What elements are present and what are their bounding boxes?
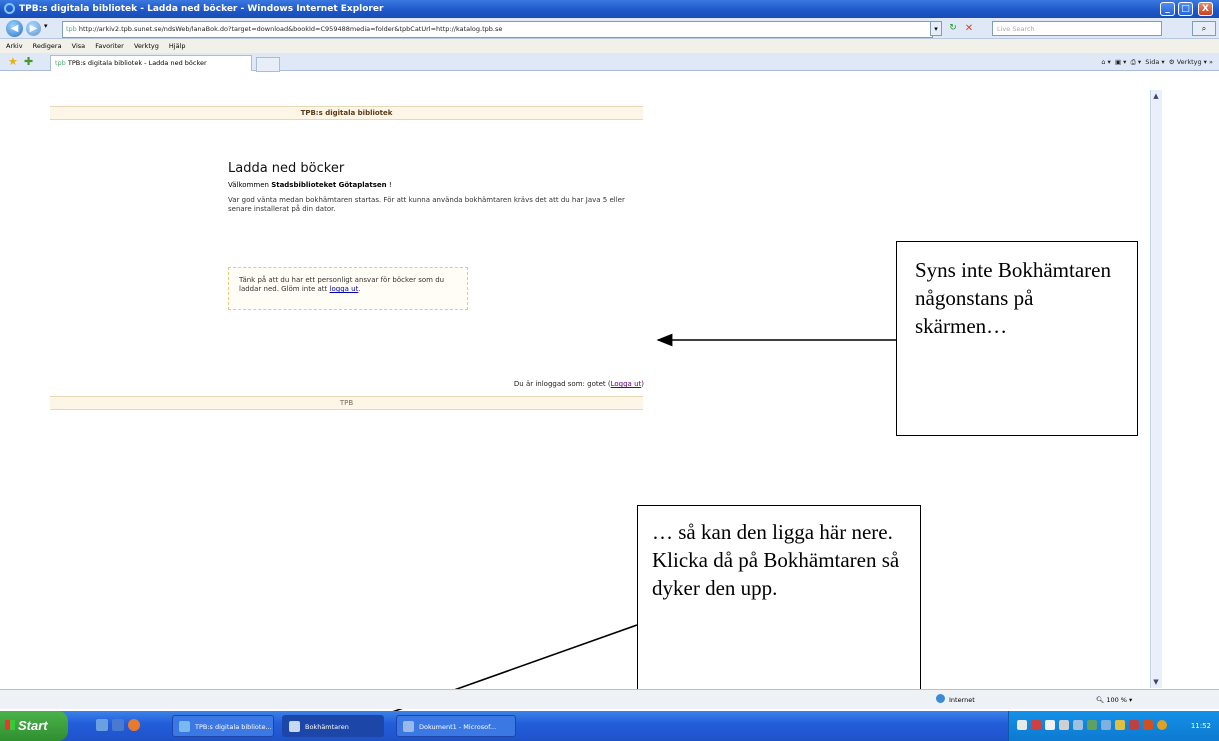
globe-icon	[936, 694, 945, 703]
internet-explorer-icon	[4, 3, 15, 14]
login-status: Du är inloggad som: gotet (Logga ut)	[482, 380, 644, 388]
new-tab-button[interactable]	[256, 57, 280, 72]
feeds-icon[interactable]: ▣ ▾	[1115, 58, 1126, 66]
tray-icon-7[interactable]	[1101, 720, 1111, 730]
page-menu[interactable]: Sida ▾	[1145, 58, 1164, 66]
start-label: Start	[18, 718, 48, 733]
tray-icon-2[interactable]	[1031, 720, 1041, 730]
site-header: TPB:s digitala bibliotek	[50, 106, 643, 120]
task-browser[interactable]: TPB:s digitala bibliote...	[172, 715, 274, 737]
page-menu-label: Sida	[1145, 58, 1160, 66]
tab-current-page[interactable]: tpb TPB:s digitala bibliotek - Ladda ned…	[50, 55, 252, 71]
task-word-label: Dokument1 - Microsof...	[419, 723, 497, 731]
menu-hjalp[interactable]: Hjälp	[169, 42, 186, 50]
welcome-text: Välkommen Stadsbiblioteket Götaplatsen !	[228, 181, 392, 189]
start-button[interactable]: Start	[0, 711, 68, 741]
clock: 11:52	[1190, 722, 1211, 730]
add-favorite-icon[interactable]: ✚	[24, 56, 33, 68]
security-zone: Internet	[936, 693, 975, 707]
system-tray: 11:52	[1008, 711, 1219, 741]
menu-visa[interactable]: Visa	[72, 42, 85, 50]
menu-bar: Arkiv Redigera Visa Favoriter Verktyg Hj…	[0, 39, 1219, 53]
window-title: TPB:s digitala bibliotek - Ladda ned böc…	[19, 4, 384, 14]
address-url: http://arkiv2.tpb.sunet.se/ndsWeb/lanaBo…	[78, 25, 503, 33]
zoom-level: 100 %	[1106, 696, 1127, 704]
site-favicon: tpb	[66, 25, 77, 33]
menu-verktyg[interactable]: Verktyg	[134, 42, 159, 50]
tray-icon-3[interactable]	[1045, 720, 1055, 730]
task-browser-label: TPB:s digitala bibliote...	[195, 723, 272, 731]
responsibility-notice: Tänk på att du har ett personligt ansvar…	[228, 267, 468, 310]
tray-icon-6[interactable]	[1087, 720, 1097, 730]
task-word[interactable]: Dokument1 - Microsof...	[396, 715, 516, 737]
tab-bar: ★ ✚ tpb TPB:s digitala bibliotek - Ladda…	[0, 53, 1219, 72]
quicklaunch-browser-icon[interactable]	[128, 719, 140, 731]
address-bar[interactable]: tpb http://arkiv2.tpb.sunet.se/ndsWeb/la…	[62, 21, 933, 38]
welcome-prefix: Välkommen	[228, 181, 269, 189]
tab-favicon: tpb	[55, 59, 66, 67]
vertical-scrollbar[interactable]	[1150, 90, 1162, 688]
notice-logout-link[interactable]: logga ut	[330, 285, 359, 293]
search-input[interactable]: Live Search	[992, 21, 1162, 36]
forward-button[interactable]: ▶	[26, 21, 41, 36]
menu-favoriter[interactable]: Favoriter	[95, 42, 124, 50]
close-button[interactable]: X	[1198, 2, 1213, 16]
favorites-star-icon[interactable]: ★	[8, 56, 18, 68]
window-title-bar[interactable]: TPB:s digitala bibliotek - Ladda ned böc…	[0, 0, 1219, 18]
callout-bottom: … så kan den ligga här nere. Klicka då p…	[637, 505, 921, 696]
welcome-suffix: !	[388, 181, 392, 189]
callout-right: Syns inte Bokhämtaren någonstans på skär…	[896, 241, 1138, 436]
tray-icon-9[interactable]	[1129, 720, 1139, 730]
status-bar: Internet 🔍︎ 100 % ▾	[0, 689, 1219, 709]
ie-task-icon	[179, 721, 190, 732]
tray-icon-11[interactable]	[1157, 720, 1167, 730]
minimize-button[interactable]: _	[1160, 2, 1175, 16]
tray-icon-4[interactable]	[1059, 720, 1069, 730]
quicklaunch-icon[interactable]	[112, 719, 124, 731]
command-bar: ⌂ ▾ ▣ ▾ ⎙ ▾ Sida ▾ ⚙ Verktyg ▾ »	[1101, 58, 1213, 66]
tab-label: TPB:s digitala bibliotek - Ladda ned böc…	[67, 59, 207, 67]
back-button[interactable]: ◀	[6, 20, 23, 37]
search-icon[interactable]: ⌕	[1192, 21, 1216, 36]
word-task-icon	[403, 721, 414, 732]
task-bokhamtaren-label: Bokhämtaren	[305, 723, 349, 731]
tools-menu[interactable]: ⚙ Verktyg ▾	[1169, 58, 1207, 66]
print-icon[interactable]: ⎙ ▾	[1131, 58, 1142, 66]
logout-link[interactable]: Logga ut	[611, 380, 642, 388]
address-toolbar: ◀ ▶ ▾ tpb http://arkiv2.tpb.sunet.se/nds…	[0, 18, 1219, 39]
tray-icon-10[interactable]	[1143, 720, 1153, 730]
scroll-down-icon[interactable]: ▼	[1150, 676, 1162, 688]
logged-prefix: Du är inloggad som: gotet (	[513, 380, 611, 388]
page-title: Ladda ned böcker	[228, 161, 345, 176]
tray-icon-1[interactable]	[1017, 720, 1027, 730]
home-icon[interactable]: ⌂ ▾	[1101, 58, 1110, 66]
address-dropdown-icon[interactable]: ▾	[930, 21, 942, 36]
show-desktop-icon[interactable]	[96, 719, 108, 731]
maximize-button[interactable]: □	[1178, 2, 1193, 16]
notice-end: .	[358, 285, 361, 293]
refresh-icon[interactable]: ↻	[946, 21, 960, 36]
tray-icon-5[interactable]	[1073, 720, 1083, 730]
tray-icon-8[interactable]	[1115, 720, 1125, 730]
stop-icon[interactable]: ✕	[962, 21, 976, 36]
logged-suffix: )	[641, 380, 644, 388]
scroll-up-icon[interactable]: ▲	[1150, 90, 1162, 102]
site-footer: TPB	[50, 396, 643, 410]
menu-arkiv[interactable]: Arkiv	[6, 42, 23, 50]
windows-flag-icon	[5, 720, 15, 730]
zone-label: Internet	[949, 696, 975, 704]
menu-redigera[interactable]: Redigera	[33, 42, 62, 50]
bokhamtaren-task-icon	[289, 721, 300, 732]
library-name: Stadsbiblioteket Götaplatsen	[271, 181, 387, 189]
zoom-control[interactable]: 🔍︎ 100 % ▾	[1096, 693, 1132, 707]
wait-message: Var god vänta medan bokhämtaren startas.…	[228, 196, 625, 213]
history-dropdown-icon[interactable]: ▾	[44, 22, 48, 30]
task-bokhamtaren[interactable]: Bokhämtaren	[282, 715, 384, 737]
taskbar: Start TPB:s digitala bibliote... Bokhämt…	[0, 711, 1219, 741]
tools-menu-label: Verktyg	[1176, 58, 1202, 66]
